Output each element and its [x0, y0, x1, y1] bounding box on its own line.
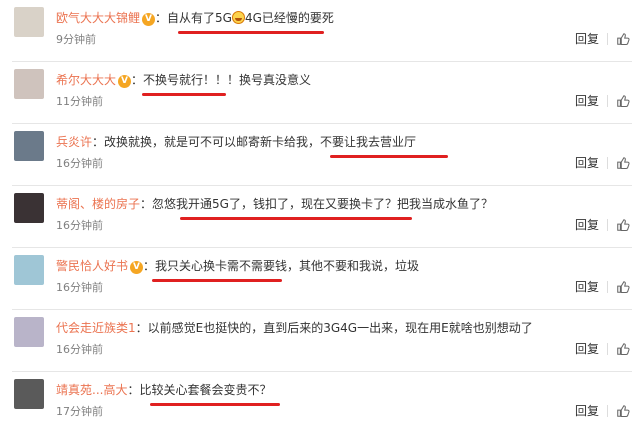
- comment-actions: 回复: [575, 216, 630, 233]
- grinning-face-emoji-icon: [231, 11, 245, 24]
- username[interactable]: 代会走近族类1: [56, 321, 136, 335]
- thumbs-up-icon[interactable]: [616, 156, 630, 170]
- username[interactable]: 靖真苑...高大: [56, 383, 127, 397]
- timestamp: 11分钟前: [56, 95, 103, 108]
- avatar[interactable]: [14, 255, 44, 285]
- highlight-underline: [180, 217, 412, 220]
- colon: ：: [155, 11, 168, 25]
- username[interactable]: 蒂阁、楼的房子: [56, 197, 140, 211]
- verified-badge-icon: V: [142, 13, 156, 26]
- comment-item: 兵炎许：改换就换，就是可不可以邮寄新卡给我，不要让我去营业厅 16分钟前 回复: [0, 124, 640, 186]
- colon: ：: [135, 321, 148, 335]
- username[interactable]: 欧气大大大锦鲤: [56, 11, 140, 25]
- divider: [607, 281, 608, 293]
- reply-button[interactable]: 回复: [575, 154, 599, 171]
- colon: ：: [92, 135, 105, 149]
- reply-button[interactable]: 回复: [575, 92, 599, 109]
- divider: [607, 157, 608, 169]
- thumbs-up-icon[interactable]: [616, 404, 630, 418]
- comment-text: 自从有了5G: [167, 11, 232, 25]
- divider: [607, 33, 608, 45]
- verified-badge-icon: V: [118, 75, 132, 88]
- avatar[interactable]: [14, 193, 44, 223]
- comment-text: 以前感觉E也挺快的，直到后来的3G4G一出来，现在用E就啥也别想动了: [147, 321, 533, 335]
- comment-actions: 回复: [575, 154, 630, 171]
- comment-actions: 回复: [575, 30, 630, 47]
- thumbs-up-icon[interactable]: [616, 32, 630, 46]
- comment-text: 比较关心套餐会变贵不？: [139, 383, 272, 397]
- reply-button[interactable]: 回复: [575, 402, 599, 419]
- comment-feed: 欧气大大大锦鲤 V ：自从有了5G 4G已经慢的要死 9分钟前 回复 希尔大大大 V ：不…: [0, 0, 640, 442]
- comment-text: 不换号就行！！！换号真没意义: [143, 73, 312, 87]
- comment-actions: 回复: [575, 278, 630, 295]
- comment-actions: 回复: [575, 340, 630, 357]
- highlight-underline: [150, 403, 280, 406]
- comment-actions: 回复: [575, 92, 630, 109]
- comment-text-continued: 4G已经慢的要死: [244, 11, 334, 25]
- username[interactable]: 兵炎许: [56, 135, 92, 149]
- username[interactable]: 警民恰人好书: [56, 259, 128, 273]
- timestamp: 17分钟前: [56, 405, 103, 418]
- comment-item: 警民恰人好书 V ：我只关心换卡需不需要钱，其他不要和我说，垃圾 16分钟前 回复: [0, 248, 640, 310]
- divider: [607, 343, 608, 355]
- reply-button[interactable]: 回复: [575, 216, 599, 233]
- divider: [607, 405, 608, 417]
- timestamp: 9分钟前: [56, 33, 96, 46]
- avatar[interactable]: [14, 69, 44, 99]
- colon: ：: [143, 259, 156, 273]
- highlight-underline: [330, 155, 448, 158]
- reply-button[interactable]: 回复: [575, 30, 599, 47]
- thumbs-up-icon[interactable]: [616, 218, 630, 232]
- verified-badge-icon: V: [130, 261, 144, 274]
- timestamp: 16分钟前: [56, 343, 103, 356]
- avatar[interactable]: [14, 7, 44, 37]
- comment-item: 蒂阁、楼的房子：忽悠我开通5G了，钱扣了，现在又要换卡了？把我当成水鱼了？ 16…: [0, 186, 640, 248]
- avatar[interactable]: [14, 379, 44, 409]
- avatar[interactable]: [14, 317, 44, 347]
- divider: [607, 95, 608, 107]
- thumbs-up-icon[interactable]: [616, 94, 630, 108]
- thumbs-up-icon[interactable]: [616, 280, 630, 294]
- comment-item: 代会走近族类1：以前感觉E也挺快的，直到后来的3G4G一出来，现在用E就啥也别想…: [0, 310, 640, 372]
- timestamp: 16分钟前: [56, 219, 103, 232]
- colon: ：: [131, 73, 144, 87]
- avatar[interactable]: [14, 131, 44, 161]
- timestamp: 16分钟前: [56, 281, 103, 294]
- divider: [607, 219, 608, 231]
- comment-text: 我只关心换卡需不需要钱，其他不要和我说，垃圾: [155, 259, 420, 273]
- timestamp: 16分钟前: [56, 157, 103, 170]
- comment-item: 欧气大大大锦鲤 V ：自从有了5G 4G已经慢的要死 9分钟前 回复: [0, 0, 640, 62]
- thumbs-up-icon[interactable]: [616, 342, 630, 356]
- reply-button[interactable]: 回复: [575, 278, 599, 295]
- comment-text: 忽悠我开通5G了，钱扣了，现在又要换卡了？把我当成水鱼了？: [152, 197, 493, 211]
- colon: ：: [127, 383, 140, 397]
- highlight-underline: [178, 31, 324, 34]
- reply-button[interactable]: 回复: [575, 340, 599, 357]
- highlight-underline: [142, 93, 226, 96]
- username[interactable]: 希尔大大大: [56, 73, 116, 87]
- comment-actions: 回复: [575, 402, 630, 419]
- colon: ：: [140, 197, 153, 211]
- comment-item: 靖真苑...高大：比较关心套餐会变贵不？ 17分钟前 回复: [0, 372, 640, 442]
- comment-text: 改换就换，就是可不可以邮寄新卡给我，不要让我去营业厅: [104, 135, 417, 149]
- highlight-underline: [152, 279, 282, 282]
- comment-item: 希尔大大大 V ：不换号就行！！！换号真没意义 11分钟前 回复: [0, 62, 640, 124]
